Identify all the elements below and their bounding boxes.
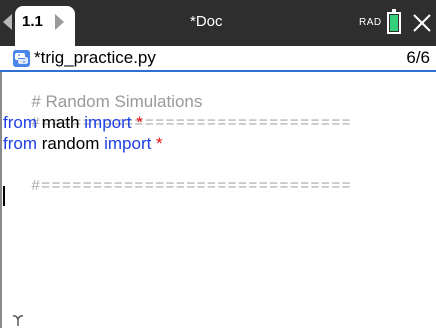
code-line-separator: #============================== — [3, 155, 352, 194]
tab-page-1-1[interactable]: 1.1 — [15, 6, 75, 46]
keyword-from: from — [3, 134, 37, 153]
import-star: * — [131, 113, 143, 132]
text-cursor — [3, 186, 5, 206]
previous-page-icon[interactable] — [3, 14, 12, 30]
keyword-from: from — [3, 113, 37, 132]
keyword-import: import — [84, 113, 132, 132]
next-page-icon[interactable] — [55, 14, 64, 30]
code-line-comment: # Random Simulations — [3, 72, 202, 111]
page-position: 6/6 — [406, 48, 430, 67]
code-editor[interactable]: # Random Simulations #==================… — [0, 72, 436, 328]
battery-icon — [387, 9, 401, 34]
module-name: math — [37, 113, 85, 132]
separator-text: #============================== — [31, 177, 353, 194]
keyword-import: import — [104, 134, 152, 153]
calculator-screen: 1.1 *Doc RAD *trig_practice.py 6/6 # Ran… — [0, 0, 436, 328]
code-line-separator: #============================== — [3, 92, 352, 131]
upsilon-marker-icon — [12, 315, 24, 326]
python-icon — [13, 50, 30, 67]
tab-label: 1.1 — [22, 13, 43, 30]
file-name: *trig_practice.py — [34, 48, 156, 67]
code-line-import-math: from math import * — [3, 113, 143, 133]
document-title: *Doc — [190, 13, 223, 30]
angle-mode-label: RAD — [359, 17, 382, 28]
close-icon[interactable] — [411, 12, 433, 34]
import-star: * — [151, 134, 163, 153]
code-line-import-random: from random import * — [3, 134, 163, 154]
file-header: *trig_practice.py 6/6 — [0, 46, 436, 72]
top-bar: 1.1 *Doc RAD — [0, 0, 436, 46]
module-name: random — [37, 134, 105, 153]
